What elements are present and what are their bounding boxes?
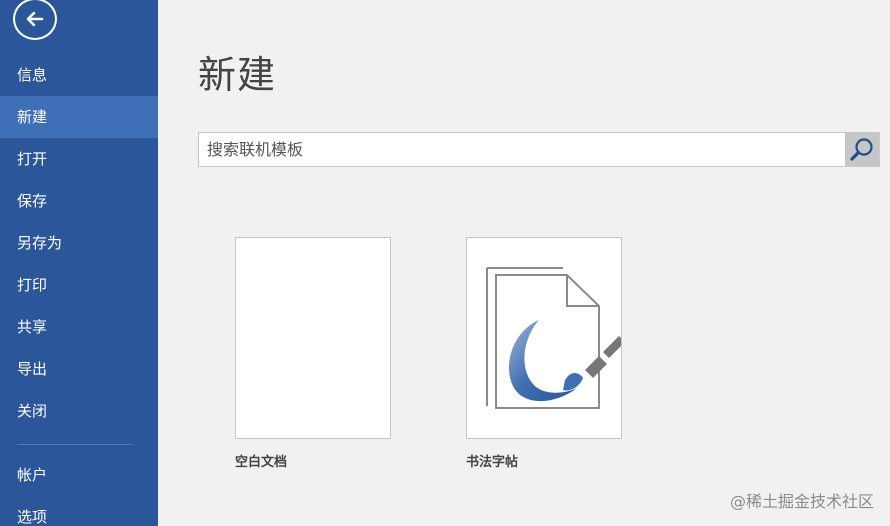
sidebar-item-options[interactable]: 选项 bbox=[0, 496, 158, 526]
sidebar-nav-bottom: 帐户 选项 bbox=[0, 454, 158, 526]
sidebar-item-info[interactable]: 信息 bbox=[0, 54, 158, 96]
sidebar-divider bbox=[17, 444, 132, 445]
sidebar-item-export[interactable]: 导出 bbox=[0, 348, 158, 390]
search-button[interactable] bbox=[845, 133, 879, 166]
calligraphy-thumbnail bbox=[466, 237, 622, 439]
sidebar-item-account[interactable]: 帐户 bbox=[0, 454, 158, 496]
sidebar-item-open[interactable]: 打开 bbox=[0, 138, 158, 180]
back-button[interactable] bbox=[13, 0, 57, 40]
sidebar-nav: 信息 新建 打开 保存 另存为 打印 共享 导出 关闭 bbox=[0, 54, 158, 432]
search-input[interactable] bbox=[199, 133, 845, 166]
sidebar-item-save-as[interactable]: 另存为 bbox=[0, 222, 158, 264]
watermark: @稀土掘金技术社区 bbox=[729, 492, 874, 511]
template-label: 书法字帖 bbox=[466, 455, 519, 470]
search-icon bbox=[850, 137, 873, 161]
sidebar-item-new[interactable]: 新建 bbox=[0, 96, 158, 138]
template-label: 空白文档 bbox=[235, 455, 288, 470]
template-blank-document[interactable]: 空白文档 bbox=[235, 237, 391, 470]
page-title: 新建 bbox=[198, 53, 277, 97]
backstage-sidebar: 信息 新建 打开 保存 另存为 打印 共享 导出 关闭 帐户 选项 bbox=[0, 0, 158, 526]
blank-page-thumbnail bbox=[235, 237, 391, 439]
search-box bbox=[198, 132, 880, 167]
calligraphy-brush-icon bbox=[486, 267, 621, 409]
sidebar-item-print[interactable]: 打印 bbox=[0, 264, 158, 306]
template-calligraphy[interactable]: 书法字帖 bbox=[466, 237, 622, 470]
back-arrow-icon bbox=[26, 11, 44, 27]
sidebar-item-share[interactable]: 共享 bbox=[0, 306, 158, 348]
sidebar-item-close[interactable]: 关闭 bbox=[0, 390, 158, 432]
main-content: 新建 空白文档 bbox=[158, 0, 890, 526]
sidebar-item-save[interactable]: 保存 bbox=[0, 180, 158, 222]
